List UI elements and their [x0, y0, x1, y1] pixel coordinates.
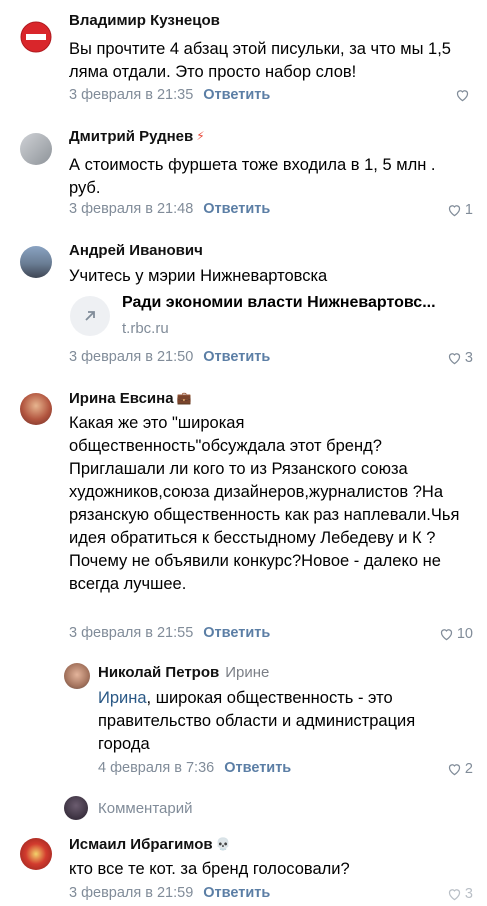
comment-author[interactable]: Николай Петров Ирине: [98, 664, 269, 681]
comment-date: 3 февраля в 21:35: [69, 87, 194, 103]
comment-author[interactable]: Андрей Иванович: [69, 242, 203, 259]
comment-date: 3 февраля в 21:59: [69, 885, 194, 901]
comment-date: 3 февраля в 21:55: [69, 625, 194, 641]
like-button[interactable]: 10: [439, 626, 473, 642]
comment-input[interactable]: Комментарий: [98, 800, 192, 817]
like-count: 2: [464, 761, 473, 777]
comment-meta: 4 февраля в 7:36 Ответить: [98, 760, 291, 776]
link-title: Ради экономии власти Нижневартовс...: [122, 294, 436, 311]
comment-date: 3 февраля в 21:48: [69, 201, 194, 217]
like-count: 3: [464, 886, 473, 902]
like-button[interactable]: 2: [447, 761, 473, 777]
comment-author[interactable]: Ирина Евсина 💼: [69, 390, 192, 407]
heart-icon: [448, 764, 461, 776]
like-count: 10: [456, 626, 473, 642]
link-domain: t.rbc.ru: [122, 320, 169, 337]
comment-text: А стоимость фуршета тоже входила в 1, 5 …: [69, 156, 436, 197]
avatar[interactable]: [64, 663, 90, 689]
like-button[interactable]: 3: [447, 886, 473, 902]
heart-icon: [448, 205, 461, 217]
comment-author[interactable]: Дмитрий Руднев ⚡: [69, 128, 205, 145]
avatar[interactable]: [20, 133, 52, 165]
reply-button[interactable]: Ответить: [203, 201, 270, 217]
comment-author[interactable]: Исмаил Ибрагимов 💀: [69, 836, 231, 853]
comment-meta: 3 февраля в 21:48 Ответить: [69, 201, 270, 217]
comment-date: 4 февраля в 7:36: [98, 760, 215, 776]
comment-meta: 3 февраля в 21:55 Ответить: [69, 625, 270, 641]
like-button[interactable]: [455, 88, 473, 102]
avatar: [64, 796, 88, 820]
reply-to-label: Ирине: [225, 664, 270, 681]
reply-button[interactable]: Ответить: [203, 885, 270, 901]
comment-text: Учитесь у мэрии Нижневартовска: [69, 267, 328, 285]
comment-author[interactable]: Владимир Кузнецов: [69, 12, 220, 29]
mention-link[interactable]: Ирина: [98, 689, 147, 707]
reply-button[interactable]: Ответить: [203, 625, 270, 641]
share-arrow-icon: [70, 296, 110, 336]
comment-text: кто все те кот. за бренд голосовали?: [69, 860, 350, 878]
avatar[interactable]: [20, 21, 52, 53]
heart-icon: [448, 889, 461, 901]
comment-meta: 3 февраля в 21:50 Ответить: [69, 349, 270, 365]
heart-icon: [440, 629, 452, 641]
skull-icon: 💀: [215, 837, 231, 851]
reply-button[interactable]: Ответить: [224, 760, 291, 776]
reply-button[interactable]: Ответить: [203, 349, 270, 365]
comment-text: Какая же это "широкая общественность"обс…: [69, 414, 460, 593]
write-comment-row[interactable]: Комментарий: [64, 796, 192, 820]
comment-meta: 3 февраля в 21:59 Ответить: [69, 885, 270, 901]
briefcase-icon: 💼: [176, 391, 192, 405]
avatar[interactable]: [20, 393, 52, 425]
avatar[interactable]: [20, 838, 52, 870]
like-button[interactable]: 1: [447, 202, 473, 218]
link-preview[interactable]: Ради экономии власти Нижневартовс... t.r…: [70, 292, 480, 356]
reply-button[interactable]: Ответить: [203, 87, 270, 103]
lightning-icon: ⚡: [196, 129, 205, 143]
avatar[interactable]: [20, 246, 52, 278]
heart-icon: [448, 353, 461, 365]
comment-meta: 3 февраля в 21:35 Ответить: [69, 87, 270, 103]
comment-date: 3 февраля в 21:50: [69, 349, 194, 365]
like-count: 1: [464, 202, 473, 218]
comment-text: Ирина, широкая общественность - это прав…: [98, 689, 416, 753]
comment-text: Вы прочтите 4 абзац этой писульки, за чт…: [69, 40, 451, 81]
heart-icon: [456, 90, 469, 102]
like-button[interactable]: 3: [447, 350, 473, 366]
like-count: 3: [464, 350, 473, 366]
